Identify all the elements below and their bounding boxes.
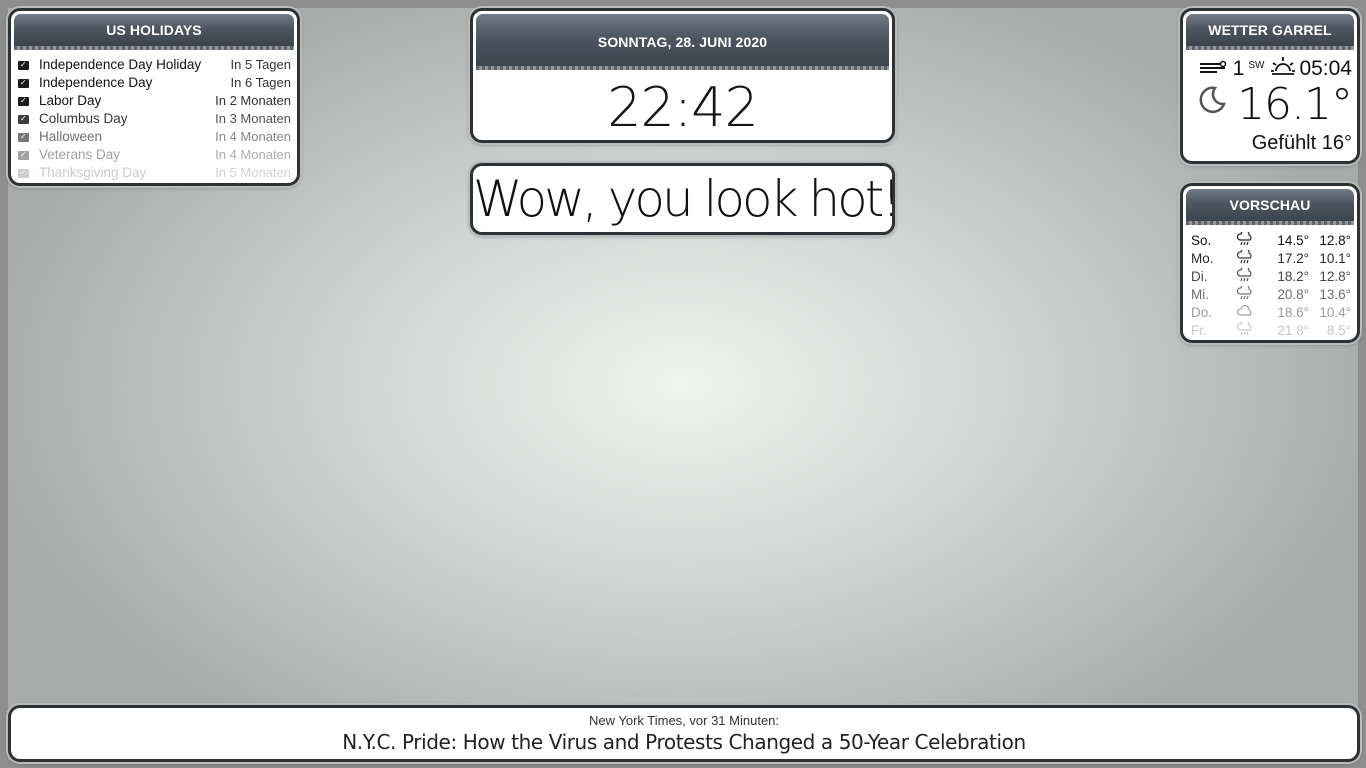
forecast-min: 10.4° xyxy=(1319,304,1351,320)
calendar-check-icon xyxy=(18,59,29,70)
clock-panel: SONNTAG, 28. JUNI 2020 22:42 xyxy=(470,8,895,143)
holiday-when: In 4 Monaten xyxy=(215,146,291,162)
list-item: Independence Day In 6 Tagen xyxy=(17,73,291,91)
feels-like: Gefühlt 16° xyxy=(1251,132,1352,154)
weather-wind-sun-row: 1 SW 05:04 xyxy=(1183,46,1357,82)
calendar-check-icon xyxy=(18,167,29,178)
forecast-max: 17.2° xyxy=(1277,250,1309,266)
forecast-day: Mi. xyxy=(1191,286,1209,302)
holiday-when: In 2 Monaten xyxy=(215,92,291,108)
weather-temp-row: 16.1° xyxy=(1183,79,1357,130)
holidays-panel: US HOLIDAYS Independence Day Holiday In … xyxy=(8,8,300,186)
list-item: Columbus Day In 3 Monaten xyxy=(17,109,291,127)
calendar-check-icon xyxy=(18,95,29,106)
holiday-name: Halloween xyxy=(39,128,103,144)
calendar-check-icon xyxy=(18,113,29,124)
cloud-icon xyxy=(1225,304,1265,321)
holiday-name: Labor Day xyxy=(39,92,102,108)
rain-icon xyxy=(1225,319,1265,339)
list-item: Thanksgiving Day In 5 Monaten xyxy=(17,163,291,181)
calendar-check-icon xyxy=(18,149,29,160)
forecast-panel: VORSCHAU So. 14.5° 12.8° Mo. 17.2° 10.1°… xyxy=(1180,183,1360,343)
list-item: Independence Day Holiday In 5 Tagen xyxy=(17,55,291,73)
compliment-panel: Wow, you look hot! xyxy=(470,163,895,235)
holiday-when: In 6 Tagen xyxy=(230,74,291,90)
forecast-day: Do. xyxy=(1191,304,1213,320)
wind-direction: SW xyxy=(1248,59,1265,71)
holiday-when: In 5 Monaten xyxy=(215,164,291,180)
holiday-name: Thanksgiving Day xyxy=(39,164,147,180)
forecast-min: 10.1° xyxy=(1319,250,1351,266)
holiday-when: In 3 Monaten xyxy=(215,110,291,126)
list-item: Veterans Day In 4 Monaten xyxy=(17,145,291,163)
forecast-row: Di. 18.2° 12.8° xyxy=(1191,265,1351,285)
weather-panel: WETTER GARREL 1 SW 05:04 16.1° Gefühlt 1… xyxy=(1180,8,1360,164)
calendar-check-icon xyxy=(18,77,29,88)
holiday-name: Veterans Day xyxy=(39,146,121,162)
forecast-day: Fr. xyxy=(1191,322,1207,338)
holidays-title: US HOLIDAYS xyxy=(14,14,294,50)
forecast-min: 13.6° xyxy=(1319,286,1351,302)
forecast-title: VORSCHAU xyxy=(1186,189,1354,225)
holiday-name: Independence Day xyxy=(39,74,153,90)
list-item: Halloween In 4 Monaten xyxy=(17,127,291,145)
forecast-max: 18.2° xyxy=(1277,268,1309,284)
forecast-min: 12.8° xyxy=(1319,268,1351,284)
news-headline: N.Y.C. Pride: How the Virus and Protests… xyxy=(342,730,1026,754)
holiday-name: Independence Day Holiday xyxy=(39,56,202,72)
date-label: SONNTAG, 28. JUNI 2020 xyxy=(476,14,889,70)
holiday-when: In 4 Monaten xyxy=(215,128,291,144)
news-panel: New York Times, vor 31 Minuten: N.Y.C. P… xyxy=(8,705,1360,762)
current-temperature: 16.1° xyxy=(1237,78,1353,130)
rain-icon xyxy=(1225,229,1265,249)
wind-icon xyxy=(1199,58,1229,81)
holidays-list: Independence Day Holiday In 5 Tagen Inde… xyxy=(11,46,297,181)
forecast-min: 8.5° xyxy=(1326,322,1351,338)
forecast-row: Mi. 20.8° 13.6° xyxy=(1191,283,1351,303)
forecast-max: 21.8° xyxy=(1277,322,1309,338)
moon-icon xyxy=(1197,85,1227,123)
holiday-when: In 5 Tagen xyxy=(230,56,291,72)
forecast-day: Di. xyxy=(1191,268,1208,284)
rain-icon xyxy=(1225,283,1265,303)
wind-speed: 1 xyxy=(1232,57,1245,80)
forecast-list: So. 14.5° 12.8° Mo. 17.2° 10.1° Di. 18.2… xyxy=(1183,221,1357,339)
forecast-row: Mo. 17.2° 10.1° xyxy=(1191,247,1351,267)
rain-icon xyxy=(1225,265,1265,285)
forecast-row: Do. 18.6° 10.4° xyxy=(1191,303,1351,321)
holiday-name: Columbus Day xyxy=(39,110,128,126)
forecast-day: Mo. xyxy=(1191,250,1214,266)
forecast-row: Fr. 21.8° 8.5° xyxy=(1191,319,1351,339)
rain-icon xyxy=(1225,247,1265,267)
calendar-check-icon xyxy=(18,131,29,142)
forecast-min: 12.8° xyxy=(1319,232,1351,248)
list-item: Labor Day In 2 Monaten xyxy=(17,91,291,109)
forecast-row: So. 14.5° 12.8° xyxy=(1191,229,1351,249)
news-source: New York Times, vor 31 Minuten: xyxy=(588,713,780,728)
clock-time: 22:42 xyxy=(607,76,759,139)
forecast-max: 20.8° xyxy=(1277,286,1309,302)
forecast-max: 14.5° xyxy=(1277,232,1309,248)
weather-title: WETTER GARREL xyxy=(1186,14,1354,50)
forecast-max: 18.6° xyxy=(1277,304,1309,320)
sunrise-time: 05:04 xyxy=(1299,57,1352,80)
compliment-text: Wow, you look hot! xyxy=(473,170,895,228)
forecast-day: So. xyxy=(1191,232,1212,248)
